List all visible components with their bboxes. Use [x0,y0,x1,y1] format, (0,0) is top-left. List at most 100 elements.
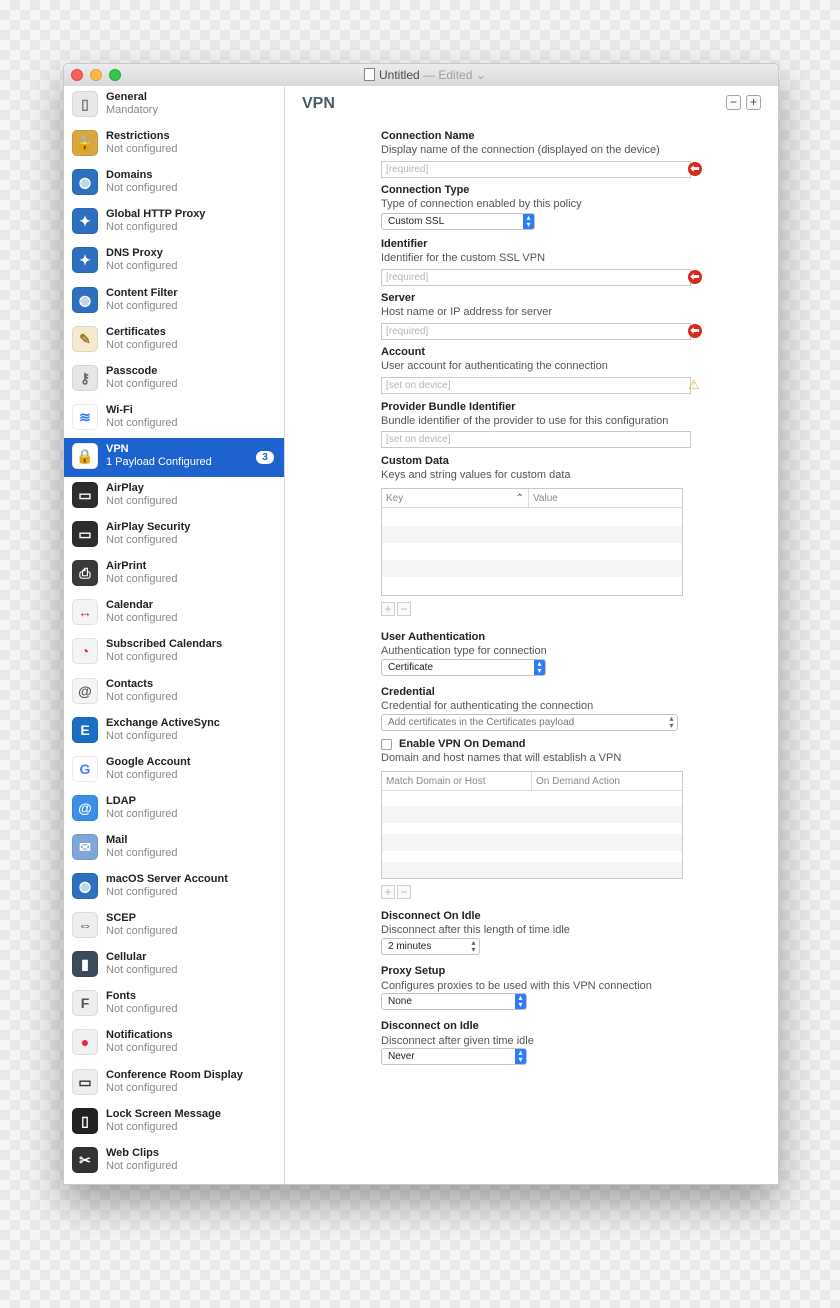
table-row[interactable] [382,526,682,543]
vpn-lock-icon: 🔒 [72,442,98,469]
connection-type-description: Type of connection enabled by this polic… [381,198,582,210]
disconnect-idle-2-popup[interactable]: Never ▴ ▾ [381,1048,527,1065]
sidebar-item-contacts[interactable]: @ Contacts Not configured [64,673,284,712]
account-input[interactable] [381,377,691,394]
add-payload-button[interactable]: + [746,95,761,110]
printer-icon: ⎙ [72,560,98,587]
add-custom-data-button[interactable]: + [381,602,395,616]
identifier-label: Identifier [381,238,428,250]
sidebar-item-fonts[interactable]: F Fonts Not configured [64,985,284,1024]
column-header-on-demand-action[interactable]: On Demand Action [532,772,682,791]
sidebar-item-status: Not configured [106,1081,178,1094]
sidebar-item-ldap[interactable]: @ LDAP Not configured [64,790,284,829]
sidebar-item-cellular[interactable]: ▮ Cellular Not configured [64,946,284,985]
sidebar-item-status: Not configured [106,1042,178,1055]
sidebar-item-airplay[interactable]: ▭ AirPlay Not configured [64,477,284,516]
switch-icon: ▯ [72,91,98,117]
server-input[interactable] [381,323,691,340]
proxy-setup-label: Proxy Setup [381,965,446,977]
sidebar-item-subscribed-calendars[interactable]: ◔ Subscribed Calendars Not configured [64,633,284,672]
web-clip-icon: ✂ [72,1146,98,1173]
user-auth-popup[interactable]: Certificate ▴ ▾ [381,659,546,676]
sidebar-item-certificates[interactable]: ✎ Certificates Not configured [64,321,284,360]
sidebar-item-label: Passcode [106,364,158,377]
table-row[interactable] [382,560,682,577]
sidebar-item-notifications[interactable]: ● Notifications Not configured [64,1024,284,1063]
custom-data-table: Key ⌃ Value [381,488,683,596]
sidebar-item-domains[interactable]: ◍ Domains Not configured [64,164,284,203]
remove-payload-button[interactable]: − [726,95,741,110]
user-auth-value: Certificate [388,662,434,673]
provider-bundle-description: Bundle identifier of the provider to use… [381,415,669,427]
close-window-button[interactable] [71,69,83,81]
sidebar-item-label: Mail [106,833,128,846]
sidebar-item-label: Lock Screen Message [106,1107,221,1120]
calendar-icon: ↔ [72,599,98,626]
vpn-on-demand-checkbox[interactable] [381,739,392,750]
sidebar-item-status: Not configured [106,260,178,273]
sidebar-item-status: Not configured [106,416,178,429]
sidebar-item-general[interactable]: ▯ General Mandatory [64,86,284,125]
sidebar-item-passcode[interactable]: ⚷ Passcode Not configured [64,360,284,399]
connection-name-input[interactable] [381,161,691,178]
sidebar-item-mail[interactable]: ✉ Mail Not configured [64,829,284,868]
disconnect-idle-2-description: Disconnect after given time idle [381,1035,534,1047]
sidebar-item-scep[interactable]: ⇔ SCEP Not configured [64,907,284,946]
sidebar-item-label: VPN [106,442,129,455]
disconnect-idle-popup[interactable]: 2 minutes ▴ ▾ [381,938,480,955]
add-on-demand-rule-button[interactable]: + [381,885,395,899]
sidebar-item-label: DNS Proxy [106,247,163,260]
identifier-input[interactable] [381,269,691,286]
google-icon: G [72,755,98,782]
sidebar-item-airplay-security[interactable]: ▭ AirPlay Security Not configured [64,516,284,555]
sidebar-item-wi-fi[interactable]: ≋ Wi-Fi Not configured [64,399,284,438]
sidebar-item-google-account[interactable]: G Google Account Not configured [64,751,284,790]
remove-custom-data-button[interactable]: − [397,602,411,616]
zoom-window-button[interactable] [109,69,121,81]
sidebar-item-label: Exchange ActiveSync [106,716,220,729]
window-title-text: Untitled [379,68,420,82]
table-row[interactable] [382,862,682,878]
popup-arrows-icon: ▴ ▾ [669,714,674,730]
sidebar-item-label: Cellular [106,951,147,964]
sidebar-item-status: 1 Payload Configured [106,455,212,468]
sidebar-item-status: Not configured [106,925,178,938]
minimize-window-button[interactable] [90,69,102,81]
table-row[interactable] [382,543,682,560]
provider-bundle-input[interactable] [381,431,691,448]
column-header-key[interactable]: Key ⌃ [382,489,529,508]
proxy-setup-popup[interactable]: None ▴ ▾ [381,993,527,1010]
sidebar-item-calendar[interactable]: ↔ Calendar Not configured [64,594,284,633]
sidebar-item-status: Not configured [106,729,178,742]
profile-window: Untitled — Edited ⌄ ▯ General Mandatory 🔒 Re… [63,63,779,1185]
sidebar-item-airprint[interactable]: ⎙ AirPrint Not configured [64,555,284,594]
credential-popup[interactable]: Add certificates in the Certificates pay… [381,714,678,731]
chevron-down-icon[interactable]: ⌄ [476,68,486,82]
sidebar-item-dns-proxy[interactable]: ✦ DNS Proxy Not configured [64,242,284,281]
sidebar-item-label: Restrictions [106,130,170,143]
server-globe-icon: ◍ [72,873,98,899]
sidebar-item-web-clips[interactable]: ✂ Web Clips Not configured [64,1142,284,1181]
sidebar-item-restrictions[interactable]: 🔒 Restrictions Not configured [64,125,284,164]
sidebar-item-conference-room-display[interactable]: ▭ Conference Room Display Not configured [64,1064,284,1103]
vpn-settings-pane: VPN − + Connection Name Display name of … [285,86,778,1184]
sidebar-item-content-filter[interactable]: ◍ Content Filter Not configured [64,282,284,321]
sidebar-item-status: Not configured [106,338,178,351]
window-title[interactable]: Untitled — Edited ⌄ [364,68,486,82]
payload-sidebar: ▯ General Mandatory 🔒 Restrictions Not config… [64,86,285,1184]
cellular-icon: ▮ [72,951,98,978]
table-row[interactable] [382,577,682,594]
sidebar-item-exchange-activesync[interactable]: E Exchange ActiveSync Not configured [64,712,284,751]
vpn-on-demand-description: Domain and host names that will establis… [381,752,622,764]
title-bar: Untitled — Edited ⌄ [64,64,778,87]
sidebar-item-lock-screen-message[interactable]: ▯ Lock Screen Message Not configured [64,1103,284,1142]
sidebar-item-global-http-proxy[interactable]: ✦ Global HTTP Proxy Not configured [64,203,284,242]
column-header-value[interactable]: Value [529,489,682,508]
remove-on-demand-rule-button[interactable]: − [397,885,411,899]
vpn-on-demand-label[interactable]: Enable VPN On Demand [399,738,526,750]
column-header-match-domain[interactable]: Match Domain or Host [382,772,532,791]
sidebar-item-macos-server-account[interactable]: ◍ macOS Server Account Not configured [64,868,284,907]
sidebar-item-vpn[interactable]: 🔒 VPN 1 Payload Configured 3 [64,437,284,477]
table-row[interactable] [382,509,682,526]
connection-type-popup[interactable]: Custom SSL ▴ ▾ [381,213,535,230]
